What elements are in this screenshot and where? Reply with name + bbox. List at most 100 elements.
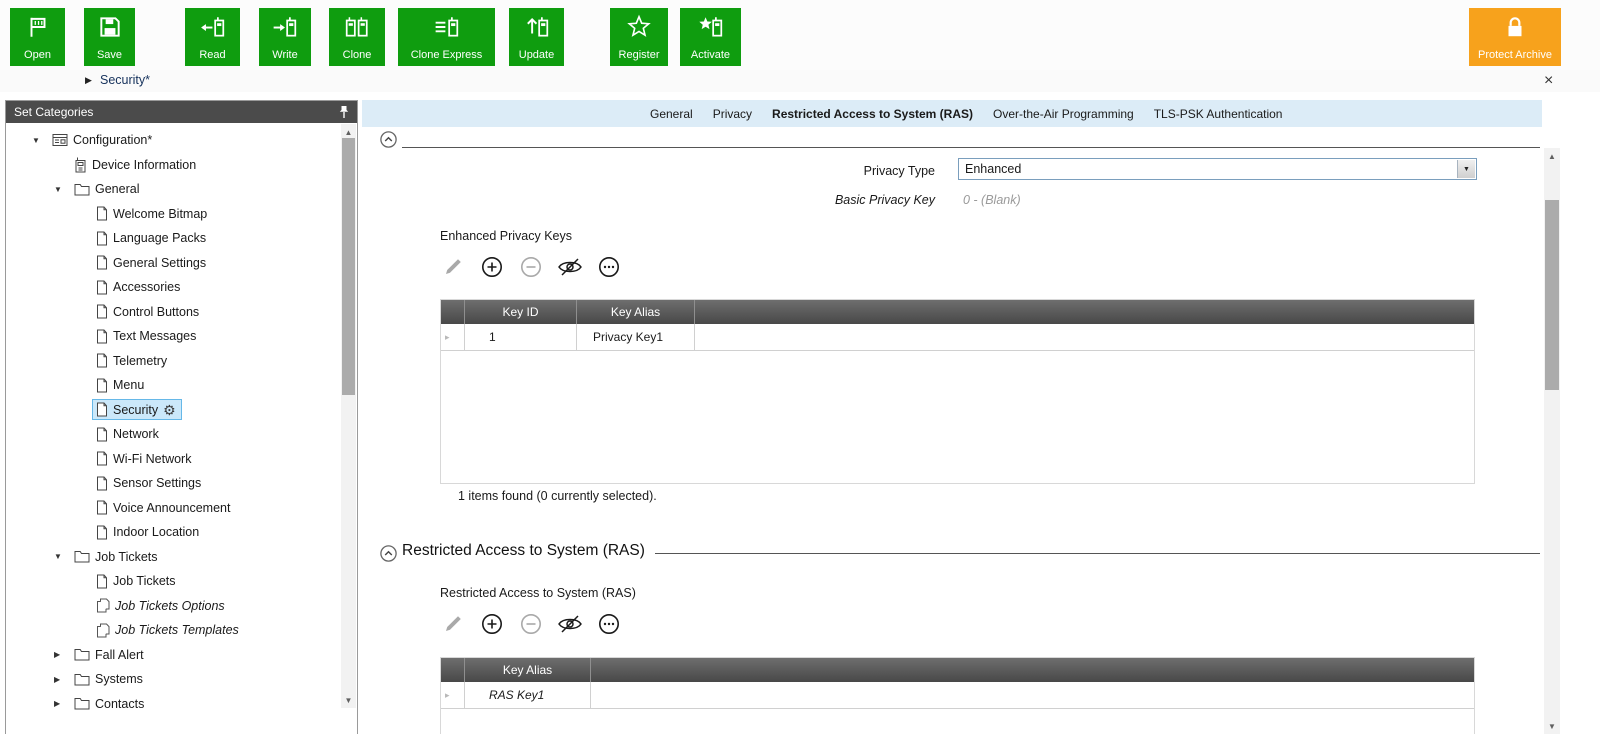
gear-icon[interactable]: ⚙ <box>163 403 176 417</box>
tree-item-device-information[interactable]: Device Information <box>6 153 340 178</box>
tree-item-content[interactable]: Voice Announcement <box>92 497 236 518</box>
more-options-icon[interactable] <box>596 611 622 637</box>
tree-item-content[interactable]: General <box>70 179 145 199</box>
save-button[interactable]: Save <box>84 8 135 66</box>
collapse-arrow-icon[interactable]: ▼ <box>54 552 70 561</box>
tree-item-content[interactable]: Security⚙ <box>92 399 182 420</box>
hide-values-icon[interactable] <box>557 254 583 280</box>
tree-item-content[interactable]: Network <box>92 424 165 445</box>
sidebar-scrollbar[interactable]: ▲ ▼ <box>341 124 356 708</box>
tree-item-content[interactable]: Configuration* <box>48 130 158 150</box>
tree-item-content[interactable]: Fall Alert <box>70 645 150 665</box>
scroll-up-arrow[interactable]: ▲ <box>1544 148 1560 164</box>
tree-item-content[interactable]: Job Tickets <box>70 547 164 567</box>
read-button[interactable]: Read <box>185 8 240 66</box>
tree-item-content[interactable]: Indoor Location <box>92 522 205 543</box>
tree-item-content[interactable]: Contacts <box>70 694 150 714</box>
tree-item-content[interactable]: Welcome Bitmap <box>92 203 213 224</box>
tree-item-content[interactable]: Telemetry <box>92 350 173 371</box>
collapse-arrow-icon[interactable]: ▼ <box>54 185 70 194</box>
column-header-key-alias[interactable]: Key Alias <box>577 300 695 324</box>
nav-link-general[interactable]: General <box>650 107 693 121</box>
protect-archive-button[interactable]: Protect Archive <box>1469 8 1561 66</box>
expand-arrow-icon[interactable]: ▶ <box>54 699 70 708</box>
clone-express-button[interactable]: Clone Express <box>398 8 495 66</box>
tree-item-content[interactable]: Accessories <box>92 277 186 298</box>
tree-item-general-settings[interactable]: General Settings <box>6 251 340 276</box>
tree-item-job-tickets-options[interactable]: Job Tickets Options <box>6 594 340 619</box>
more-options-icon[interactable] <box>596 254 622 280</box>
scroll-down-arrow[interactable]: ▼ <box>341 692 356 708</box>
nav-link-ras[interactable]: Restricted Access to System (RAS) <box>772 107 973 121</box>
add-icon[interactable] <box>479 611 505 637</box>
tree-item-general[interactable]: ▼General <box>6 177 340 202</box>
expand-arrow-icon[interactable]: ▶ <box>54 675 70 684</box>
tree-item-fall-alert[interactable]: ▶Fall Alert <box>6 643 340 668</box>
clone-button[interactable]: Clone <box>329 8 385 66</box>
main-scrollbar[interactable]: ▲ ▼ <box>1544 148 1560 734</box>
tree-item-contacts[interactable]: ▶Contacts <box>6 692 340 717</box>
tree-item-configuration[interactable]: ▼Configuration* <box>6 128 340 153</box>
tree-item-content[interactable]: Wi-Fi Network <box>92 448 197 469</box>
tree-item-job-tickets-templates[interactable]: Job Tickets Templates <box>6 618 340 643</box>
tree-item-content[interactable]: General Settings <box>92 252 212 273</box>
activate-button[interactable]: Activate <box>680 8 741 66</box>
tree-item-telemetry[interactable]: Telemetry <box>6 349 340 374</box>
scrollbar-thumb[interactable] <box>1545 200 1559 390</box>
column-header-key-alias[interactable]: Key Alias <box>465 658 591 682</box>
tree-item-indoor-location[interactable]: Indoor Location <box>6 520 340 545</box>
tree-item-control-buttons[interactable]: Control Buttons <box>6 300 340 325</box>
table-row[interactable]: ▸ RAS Key1 <box>441 682 1474 709</box>
open-button[interactable]: Open <box>10 8 65 66</box>
expand-arrow-icon[interactable]: ▶ <box>54 650 70 659</box>
write-button[interactable]: Write <box>259 8 311 66</box>
tree-item-job-tickets[interactable]: Job Tickets <box>6 569 340 594</box>
tree-item-voice-announcement[interactable]: Voice Announcement <box>6 496 340 521</box>
tree-item-content[interactable]: Job Tickets Options <box>92 595 231 616</box>
tree-item-security[interactable]: Security⚙ <box>6 398 340 423</box>
tab-security[interactable]: Security* <box>100 73 150 87</box>
tab-list-arrow-icon[interactable]: ▶ <box>85 75 92 86</box>
column-header-key-id[interactable]: Key ID <box>465 300 577 324</box>
remove-icon[interactable] <box>518 611 544 637</box>
collapse-section-icon[interactable] <box>380 131 397 148</box>
pin-icon[interactable] <box>339 105 349 119</box>
scroll-down-arrow[interactable]: ▼ <box>1544 718 1560 734</box>
tree-item-content[interactable]: Control Buttons <box>92 301 205 322</box>
register-button[interactable]: Register <box>610 8 668 66</box>
collapse-ras-section-icon[interactable] <box>380 545 397 562</box>
close-tab-icon[interactable]: × <box>1544 70 1553 92</box>
cell-key-alias[interactable]: RAS Key1 <box>465 682 591 708</box>
nav-link-privacy[interactable]: Privacy <box>713 107 752 121</box>
nav-link-tls[interactable]: TLS-PSK Authentication <box>1154 107 1283 121</box>
tree-item-text-messages[interactable]: Text Messages <box>6 324 340 349</box>
tree-item-content[interactable]: Sensor Settings <box>92 473 207 494</box>
edit-icon[interactable] <box>440 611 466 637</box>
tree-item-systems[interactable]: ▶Systems <box>6 667 340 692</box>
tree-item-wi-fi-network[interactable]: Wi-Fi Network <box>6 447 340 472</box>
remove-icon[interactable] <box>518 254 544 280</box>
cell-key-alias[interactable]: Privacy Key1 <box>577 324 695 350</box>
tree-item-network[interactable]: Network <box>6 422 340 447</box>
tree-item-job-tickets[interactable]: ▼Job Tickets <box>6 545 340 570</box>
tree-item-content[interactable]: Job Tickets Templates <box>92 620 245 641</box>
privacy-type-dropdown[interactable]: Enhanced ▼ <box>958 158 1477 180</box>
tree-item-content[interactable]: Systems <box>70 669 149 689</box>
scrollbar-thumb[interactable] <box>342 138 355 395</box>
tree-item-welcome-bitmap[interactable]: Welcome Bitmap <box>6 202 340 227</box>
tree-item-content[interactable]: Language Packs <box>92 228 212 249</box>
table-row[interactable]: ▸ 1 Privacy Key1 <box>441 324 1474 351</box>
tree-item-content[interactable]: Text Messages <box>92 326 202 347</box>
tree-item-content[interactable]: Device Information <box>70 154 202 176</box>
update-button[interactable]: Update <box>509 8 564 66</box>
hide-values-icon[interactable] <box>557 611 583 637</box>
dropdown-arrow-button[interactable]: ▼ <box>1457 160 1475 178</box>
tree-item-sensor-settings[interactable]: Sensor Settings <box>6 471 340 496</box>
collapse-arrow-icon[interactable]: ▼ <box>32 136 48 145</box>
add-icon[interactable] <box>479 254 505 280</box>
tree-item-menu[interactable]: Menu <box>6 373 340 398</box>
tree-item-language-packs[interactable]: Language Packs <box>6 226 340 251</box>
nav-link-ota[interactable]: Over-the-Air Programming <box>993 107 1134 121</box>
cell-key-id[interactable]: 1 <box>465 324 577 350</box>
tree-item-accessories[interactable]: Accessories <box>6 275 340 300</box>
